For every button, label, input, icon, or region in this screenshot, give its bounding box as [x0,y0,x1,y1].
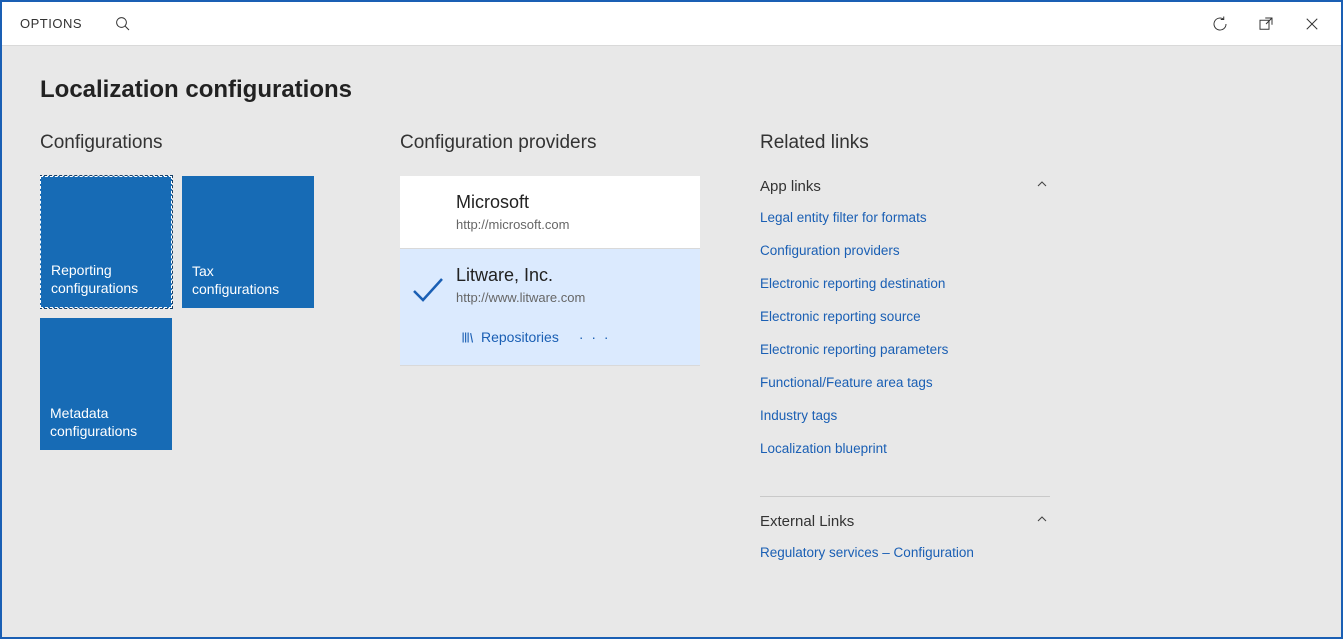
related-link[interactable]: Localization blueprint [760,441,1050,456]
related-link[interactable]: Electronic reporting source [760,309,1050,324]
checkmark-icon [410,271,446,307]
provider-name: Microsoft [456,192,686,213]
related-link[interactable]: Configuration providers [760,243,1050,258]
providers-column: Configuration providers Microsoft http://… [400,132,700,627]
close-icon[interactable] [1301,13,1323,35]
config-tile[interactable]: Metadata configurations [40,318,172,450]
links-section-title: External Links [760,513,854,530]
more-actions-icon[interactable]: · · · [579,329,611,345]
links-section: External Links Regulatory services – Conf… [760,496,1050,584]
related-links-column: Related links App links Legal entity filt… [760,132,1050,627]
repositories-button[interactable]: Repositories [460,329,559,345]
tiles-container: Reporting configurations Tax configuratio… [40,176,340,450]
related-link[interactable]: Functional/Feature area tags [760,375,1050,390]
popout-icon[interactable] [1255,13,1277,35]
links-container: App links Legal entity filter for formats… [760,176,1050,600]
providers-list: Microsoft http://microsoft.com Litware, In… [400,176,700,366]
config-tile[interactable]: Reporting configurations [40,176,172,308]
config-tile[interactable]: Tax configurations [182,176,314,308]
related-link[interactable]: Electronic reporting parameters [760,342,1050,357]
search-icon[interactable] [112,13,134,35]
configurations-column: Configurations Reporting configurations T… [40,132,340,627]
provider-url: http://microsoft.com [456,217,686,232]
app-frame: OPTIONS Localization configurations Conf… [0,0,1343,639]
repositories-label: Repositories [481,329,559,345]
related-link[interactable]: Electronic reporting destination [760,276,1050,291]
provider-actions: Repositories · · · [456,321,686,349]
links-section: App links Legal entity filter for formats… [760,176,1050,480]
tile-label: Reporting configurations [51,262,161,297]
columns: Configurations Reporting configurations T… [40,132,1303,627]
top-bar: OPTIONS [2,2,1341,46]
configurations-heading: Configurations [40,132,340,154]
related-link[interactable]: Legal entity filter for formats [760,210,1050,225]
related-link[interactable]: Industry tags [760,408,1050,423]
provider-card[interactable]: Microsoft http://microsoft.com [400,176,700,249]
provider-name: Litware, Inc. [456,265,686,286]
top-bar-right [1209,13,1323,35]
chevron-up-icon [1034,511,1050,531]
providers-heading: Configuration providers [400,132,700,154]
tile-label: Metadata configurations [50,405,162,440]
links-section-header[interactable]: App links [760,176,1050,196]
provider-url: http://www.litware.com [456,290,686,305]
providers-scroll: Microsoft http://microsoft.com Litware, In… [400,176,700,627]
links-section-header[interactable]: External Links [760,511,1050,531]
provider-card[interactable]: Litware, Inc. http://www.litware.com Repos… [400,249,700,366]
page-title: Localization configurations [40,76,1303,104]
top-bar-left: OPTIONS [20,13,134,35]
related-links-heading: Related links [760,132,1050,154]
tile-label: Tax configurations [192,263,304,298]
links-section-title: App links [760,178,821,195]
options-menu[interactable]: OPTIONS [20,16,82,31]
chevron-up-icon [1034,176,1050,196]
refresh-icon[interactable] [1209,13,1231,35]
content-area: Localization configurations Configuratio… [2,46,1341,637]
related-link[interactable]: Regulatory services – Configuration [760,545,1050,560]
